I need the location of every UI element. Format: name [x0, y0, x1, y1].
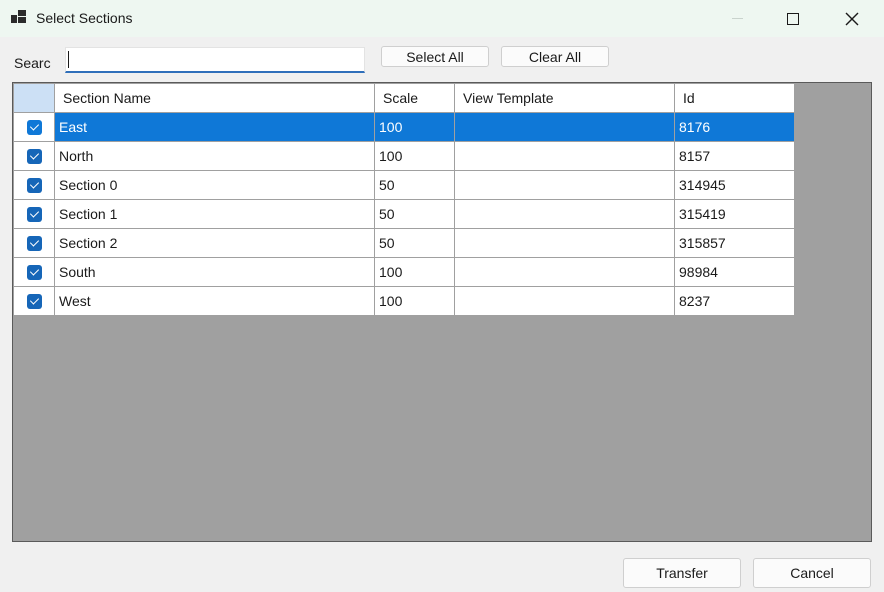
search-input[interactable] [65, 47, 365, 73]
cell-id[interactable]: 314945 [674, 170, 795, 200]
app-windows-icon [11, 10, 27, 24]
checkbox-checked-icon[interactable] [26, 236, 42, 252]
sections-table: Section Name Scale View Template Id East… [13, 83, 795, 316]
cell-section-name[interactable]: Section 1 [54, 199, 375, 229]
sections-grid[interactable]: Section Name Scale View Template Id East… [12, 82, 872, 542]
cell-id[interactable]: 98984 [674, 257, 795, 287]
cell-section-name[interactable]: North [54, 141, 375, 171]
cell-scale[interactable]: 50 [374, 199, 455, 229]
text-caret [68, 51, 69, 68]
table-row[interactable]: South 100 98984 [13, 257, 795, 287]
cell-id[interactable]: 315419 [674, 199, 795, 229]
row-checkbox-cell[interactable] [13, 112, 55, 142]
table-row[interactable]: Section 2 50 315857 [13, 228, 795, 258]
table-row[interactable]: Section 1 50 315419 [13, 199, 795, 229]
row-checkbox-cell[interactable] [13, 286, 55, 316]
checkbox-checked-icon[interactable] [26, 265, 42, 281]
header-row: Section Name Scale View Template Id [13, 83, 795, 113]
cell-view-template[interactable] [454, 199, 675, 229]
column-header-scale[interactable]: Scale [374, 83, 455, 113]
column-header-section-name[interactable]: Section Name [54, 83, 375, 113]
column-header-id[interactable]: Id [674, 83, 795, 113]
column-header-select[interactable] [13, 83, 55, 113]
minimize-button[interactable] [714, 0, 760, 37]
cell-scale[interactable]: 100 [374, 286, 455, 316]
checkbox-checked-icon[interactable] [26, 178, 42, 194]
row-checkbox-cell[interactable] [13, 199, 55, 229]
cell-view-template[interactable] [454, 257, 675, 287]
cell-id[interactable]: 8237 [674, 286, 795, 316]
transfer-button[interactable]: Transfer [623, 558, 741, 588]
title-bar: Select Sections [0, 0, 884, 37]
table-row[interactable]: West 100 8237 [13, 286, 795, 316]
close-icon [845, 12, 859, 25]
cell-section-name[interactable]: South [54, 257, 375, 287]
cell-scale[interactable]: 50 [374, 228, 455, 258]
checkbox-checked-icon[interactable] [26, 294, 42, 310]
select-all-button[interactable]: Select All [381, 46, 489, 67]
cell-section-name[interactable]: East [54, 112, 375, 142]
close-button[interactable] [829, 0, 875, 37]
cell-view-template[interactable] [454, 228, 675, 258]
cell-scale[interactable]: 100 [374, 112, 455, 142]
row-checkbox-cell[interactable] [13, 170, 55, 200]
cell-view-template[interactable] [454, 170, 675, 200]
search-label: Searc [14, 55, 51, 71]
table-row[interactable]: North 100 8157 [13, 141, 795, 171]
cell-section-name[interactable]: West [54, 286, 375, 316]
cell-section-name[interactable]: Section 0 [54, 170, 375, 200]
table-row[interactable]: Section 0 50 314945 [13, 170, 795, 200]
checkbox-checked-icon[interactable] [26, 149, 42, 165]
row-checkbox-cell[interactable] [13, 228, 55, 258]
cell-id[interactable]: 315857 [674, 228, 795, 258]
checkbox-checked-icon[interactable] [26, 120, 42, 136]
cell-scale[interactable]: 100 [374, 257, 455, 287]
cell-scale[interactable]: 50 [374, 170, 455, 200]
column-header-view-template[interactable]: View Template [454, 83, 675, 113]
clear-all-button[interactable]: Clear All [501, 46, 609, 67]
cell-view-template[interactable] [454, 112, 675, 142]
cell-id[interactable]: 8176 [674, 112, 795, 142]
window-title: Select Sections [36, 10, 133, 26]
maximize-icon [787, 12, 799, 25]
cell-id[interactable]: 8157 [674, 141, 795, 171]
cancel-button[interactable]: Cancel [753, 558, 871, 588]
maximize-button[interactable] [770, 0, 816, 37]
table-row[interactable]: East 100 8176 [13, 112, 795, 142]
row-checkbox-cell[interactable] [13, 141, 55, 171]
minimize-icon [731, 18, 743, 19]
cell-section-name[interactable]: Section 2 [54, 228, 375, 258]
cell-scale[interactable]: 100 [374, 141, 455, 171]
row-checkbox-cell[interactable] [13, 257, 55, 287]
cell-view-template[interactable] [454, 286, 675, 316]
checkbox-checked-icon[interactable] [26, 207, 42, 223]
cell-view-template[interactable] [454, 141, 675, 171]
